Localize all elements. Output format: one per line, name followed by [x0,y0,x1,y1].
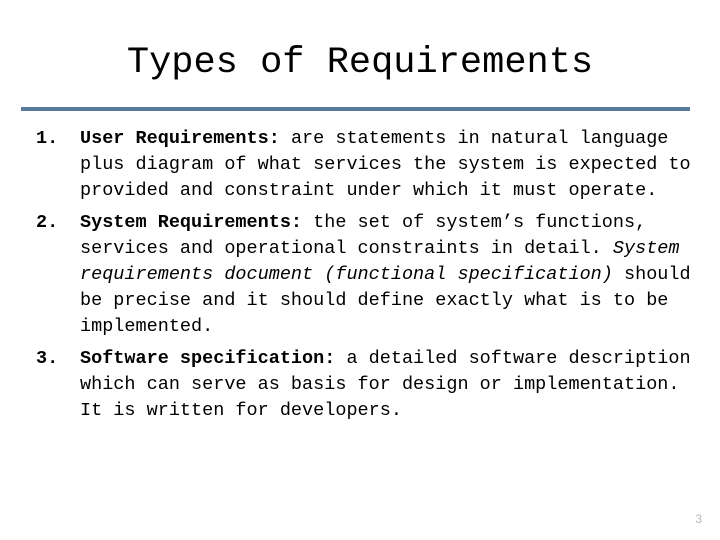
list-item: 1. User Requirements: are statements in … [36,126,712,204]
page-number: 3 [695,512,702,526]
list-item-marker: 1. [36,128,59,149]
list-item-marker: 3. [36,348,59,369]
slide: Types of Requirements 1. User Requiremen… [0,0,720,540]
title-divider [21,107,690,111]
list-item-marker: 2. [36,212,59,233]
list-item-term: System Requirements: [80,212,303,233]
page-title: Types of Requirements [126,42,594,84]
list-item: 3. Software specification: a detailed so… [36,346,712,424]
list-item-term: User Requirements: [80,128,280,149]
list-item-term: Software specification: [80,348,336,369]
list-item: 2. System Requirements: the set of syste… [36,210,712,340]
requirements-list: 1. User Requirements: are statements in … [36,126,712,430]
